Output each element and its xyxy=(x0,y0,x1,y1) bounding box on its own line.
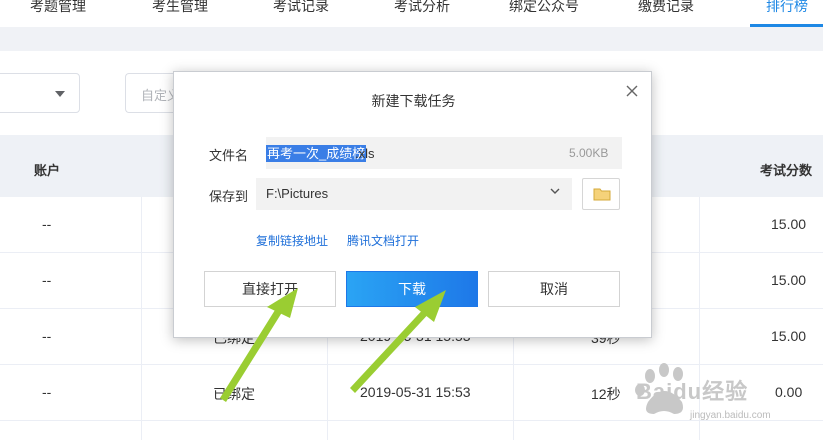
dialog-title: 新建下载任务 xyxy=(371,93,456,109)
filename-selected-text: 再考一次_成绩榜 xyxy=(266,145,367,162)
nav-item-payment-records[interactable]: 缴费记录 xyxy=(638,0,694,16)
cell-status: 已绑定 xyxy=(213,386,255,402)
nav-item-leaderboard[interactable]: 排行榜 xyxy=(766,0,808,16)
cell-score: 15.00 xyxy=(771,216,807,232)
download-dialog: 新建下载任务 文件名 再考一次_成绩榜 .xls 5.00KB 保存到 F:\P… xyxy=(173,71,652,338)
page-band xyxy=(0,27,823,51)
column-divider xyxy=(141,197,142,440)
cell-account: -- xyxy=(42,272,52,288)
watermark-brand: Baidu经验 xyxy=(636,379,749,404)
nav-item-bind-official-account[interactable]: 绑定公众号 xyxy=(509,0,579,16)
cell-duration: 12秒 xyxy=(591,386,621,402)
open-directly-button[interactable]: 直接打开 xyxy=(204,271,336,307)
cell-account: -- xyxy=(42,216,52,232)
nav-item-examinee-management[interactable]: 考生管理 xyxy=(152,0,208,16)
filename-label: 文件名 xyxy=(209,148,249,163)
cell-account: -- xyxy=(42,328,52,344)
browse-folder-button[interactable] xyxy=(582,178,620,210)
cell-account: -- xyxy=(42,384,52,400)
nav-item-question-management[interactable]: 考题管理 xyxy=(30,0,86,16)
caret-down-icon xyxy=(55,91,65,97)
nav-item-exam-records[interactable]: 考试记录 xyxy=(273,0,329,16)
cell-score: 15.00 xyxy=(771,328,807,344)
save-path-value: F:\Pictures xyxy=(266,186,329,201)
cell-time: 2019-05-31 15:53 xyxy=(360,384,471,400)
filter-select[interactable] xyxy=(0,73,80,113)
download-button[interactable]: 下载 xyxy=(346,271,478,307)
top-nav: 考题管理 考生管理 考试记录 考试分析 绑定公众号 缴费记录 排行榜 xyxy=(0,0,823,27)
save-to-label: 保存到 xyxy=(209,189,249,204)
filename-extension: .xls xyxy=(355,146,375,161)
close-icon[interactable] xyxy=(622,81,642,101)
chevron-down-icon[interactable] xyxy=(550,186,560,196)
cancel-button[interactable]: 取消 xyxy=(488,271,620,307)
header-score: 考试分数 xyxy=(760,163,813,178)
copy-link-address-link[interactable]: 复制链接地址 xyxy=(256,232,328,249)
open-in-tencent-docs-link[interactable]: 腾讯文档打开 xyxy=(347,232,419,249)
nav-item-exam-analysis[interactable]: 考试分析 xyxy=(394,0,450,16)
file-size: 5.00KB xyxy=(569,146,609,160)
watermark-url: jingyan.baidu.com xyxy=(690,410,771,421)
folder-icon xyxy=(593,188,611,201)
cell-score: 15.00 xyxy=(771,272,807,288)
header-account: 账户 xyxy=(34,163,61,178)
